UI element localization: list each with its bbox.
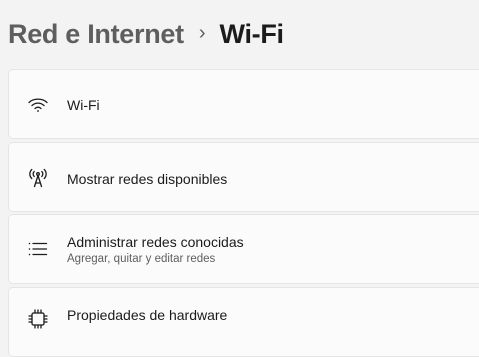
antenna-icon bbox=[27, 167, 49, 189]
hardware-properties-row[interactable]: Propiedades de hardware bbox=[8, 287, 479, 357]
manage-known-networks-row[interactable]: Administrar redes conocidas Agregar, qui… bbox=[8, 214, 479, 284]
breadcrumb: Red e Internet › Wi-Fi bbox=[8, 14, 284, 54]
show-available-networks-label: Mostrar redes disponibles bbox=[67, 171, 228, 187]
wifi-toggle-row[interactable]: Wi-Fi bbox=[8, 69, 479, 139]
wifi-label: Wi-Fi bbox=[67, 97, 100, 113]
list-icon bbox=[27, 238, 49, 260]
manage-known-networks-description: Agregar, quitar y editar redes bbox=[67, 253, 216, 265]
wifi-icon bbox=[27, 94, 49, 116]
breadcrumb-separator: › bbox=[198, 21, 206, 44]
breadcrumb-parent-link[interactable]: Red e Internet bbox=[8, 19, 184, 50]
page-title: Wi-Fi bbox=[219, 18, 285, 49]
hardware-properties-label: Propiedades de hardware bbox=[67, 307, 228, 323]
manage-known-networks-label: Administrar redes conocidas bbox=[67, 234, 244, 250]
show-available-networks-row[interactable]: Mostrar redes disponibles bbox=[8, 142, 479, 212]
chip-icon bbox=[27, 308, 49, 330]
